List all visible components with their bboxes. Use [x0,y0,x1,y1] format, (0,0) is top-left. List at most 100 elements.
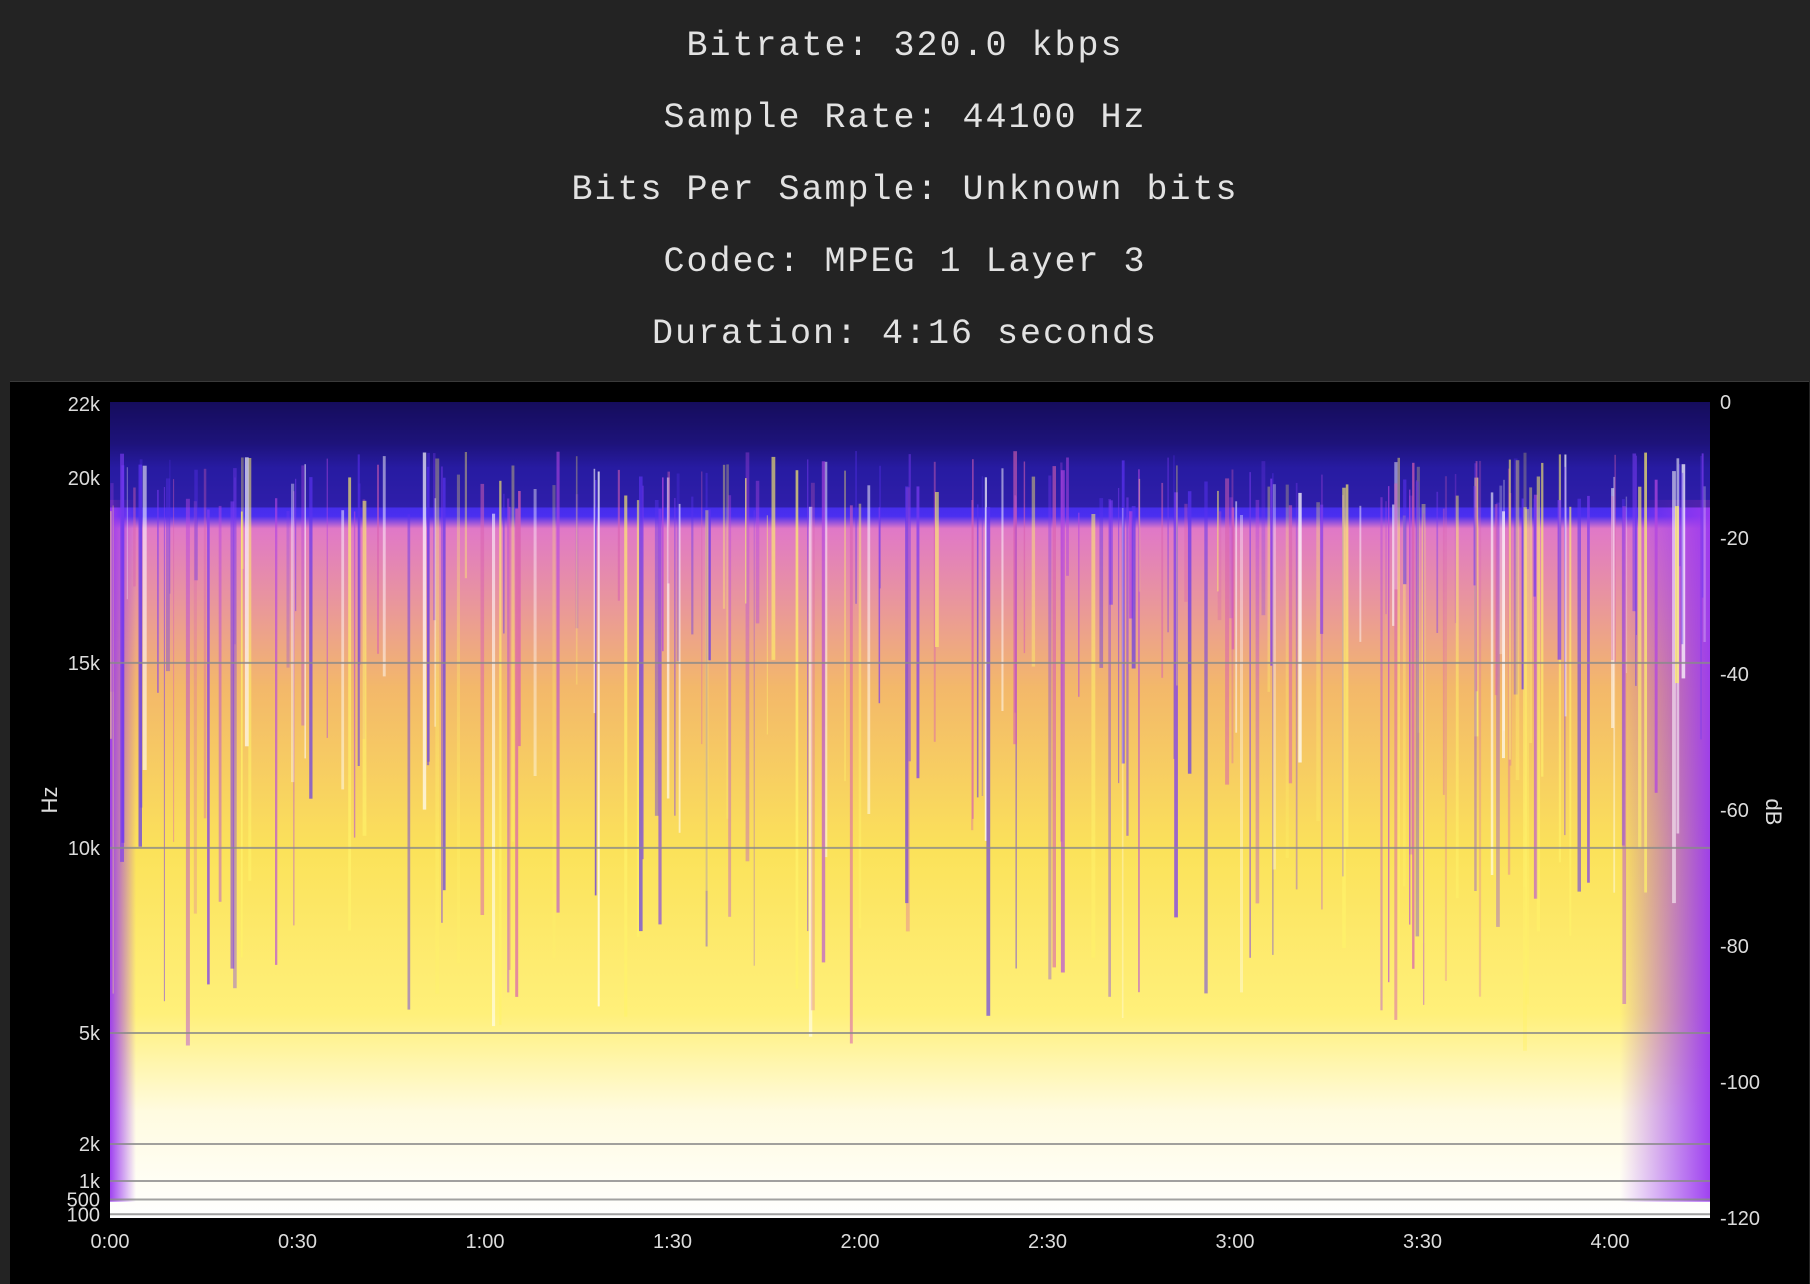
spectrogram-streak [233,468,237,989]
spectrogram-streak [286,511,290,668]
spectrogram-streak [753,510,755,966]
spectrogram-streak [138,464,142,847]
spectrogram-streak [456,474,460,964]
db-axis: 0 -20 -40 -60 -80 -100 -120 [1720,392,1760,1230]
spectrogram-streak [533,489,537,776]
spectrogram-streak [722,464,726,609]
spectrogram-streak [552,485,556,958]
frequency-tick-label: 10k [68,838,101,860]
spectrogram-streak [1261,461,1266,616]
spectrogram-streak [1388,486,1390,983]
spectrogram-streak [1225,478,1230,785]
spectrogram-streak [1557,500,1562,660]
spectrogram-streak [173,479,175,842]
spectrogram-streak [126,467,128,600]
spectrogram-streak [503,493,505,634]
spectrogram-streak [1569,506,1572,936]
spectrogram-streak [701,471,703,745]
spectrogram-streak [1475,461,1478,692]
spectrogram-streak [1403,479,1407,585]
spectrogram-streak [810,482,815,1011]
spectrogram-streak [935,492,939,647]
spectrogram-streak [166,478,170,672]
spectrogram-streak [556,451,560,913]
spectrogram-streak [382,456,386,677]
spectrogram-streak [275,498,278,965]
db-tick-label: -100 [1720,1072,1760,1094]
spectrogram-streak [1536,476,1541,932]
spectrogram-streak [662,477,664,652]
spectrogram-streak [1060,462,1063,842]
spectrogram-streak [1235,501,1238,733]
spectrogram-streak [1288,505,1293,784]
time-axis: 0:00 0:30 1:00 1:30 2:00 2:30 3:00 3:30 4:00 [91,1231,1630,1253]
spectrogram-streak [248,458,252,881]
spectrogram-streak [849,505,853,1044]
spectrogram-streak [291,483,295,783]
spectrogram-streak [407,514,411,1010]
db-tick-label: -80 [1720,936,1749,958]
spectrogram-streak [1255,499,1260,904]
spectrogram-streak [1394,483,1398,1020]
spectrogram-streak [1490,492,1494,875]
spectrogram-streak [1295,482,1298,890]
spectrogram-streak [1031,476,1036,667]
time-tick-label: 1:00 [466,1231,505,1253]
spectrogram-streak [1701,453,1704,598]
spectrogram-streak [1614,454,1616,663]
spectrogram-streak [1048,475,1052,980]
spectrogram-streak [203,468,207,819]
spectrogram-streak [1240,515,1243,993]
spectrogram-streak [341,510,345,790]
spectrogram-streak [1320,504,1324,634]
spectrogram-streak [1397,457,1400,969]
spectrogram-streak [1001,468,1004,711]
spectrogram-streak [1423,513,1425,1005]
spectrogram-streak [1121,507,1124,1018]
spectrogram-streak [678,503,681,833]
spectrogram-streak [1611,496,1614,661]
spectrogram-streak [1173,455,1175,759]
frequency-tick-label: 15k [68,653,101,675]
spectrogram-streak [807,459,809,932]
spectrogram-streak [855,451,857,604]
spectrogram-streak [981,476,984,796]
spectrogram-streak [1285,484,1289,859]
time-tick-label: 4:00 [1591,1231,1630,1253]
spectrogram-streak [1118,488,1120,784]
spectrogram-streak [1541,462,1544,777]
spectrogram-streak [705,510,709,891]
frequency-axis: 22k20k15k10k5k2k1k500100 [67,394,101,1226]
spectrogram-streak [377,464,379,654]
spectrogram-streak [1577,498,1581,892]
spectrogram-streak [1380,497,1383,1011]
spectrogram-streak [358,483,361,665]
spectrogram-streak [654,500,659,816]
spectrogram-streak [1217,511,1222,621]
spectrogram-streak [597,471,600,1007]
spectrogram-streak [905,486,909,904]
spectrogram-streak [972,459,974,819]
spectrogram-streak [1270,478,1273,666]
spectrogram-streak [674,498,676,816]
spectrogram-streak [844,470,846,782]
spectrogram-streak [295,478,297,612]
spectrogram-streak [492,513,496,1027]
frequency-tick-label: 2k [79,1134,101,1156]
spectrogram-streak [348,477,352,931]
spectrogram-streak [1455,495,1459,899]
frequency-tick-label: 100 [67,1204,100,1226]
time-tick-label: 0:00 [91,1231,130,1253]
spectrogram-streak [771,456,776,660]
spectrogram-streak [1521,498,1524,690]
spectrogram-streak [362,500,367,836]
spectrogram-streak [1622,506,1627,1004]
time-tick-label: 2:30 [1028,1231,1067,1253]
spectrogram-streak [1587,495,1590,883]
frequency-tick-label: 20k [68,468,101,490]
spectrogram-streak [593,468,596,714]
spectrogram-streak [1703,486,1706,642]
spectrogram-streak [1204,481,1208,994]
spectrogram-streak [908,454,911,762]
spectrogram-streak [1187,491,1192,774]
